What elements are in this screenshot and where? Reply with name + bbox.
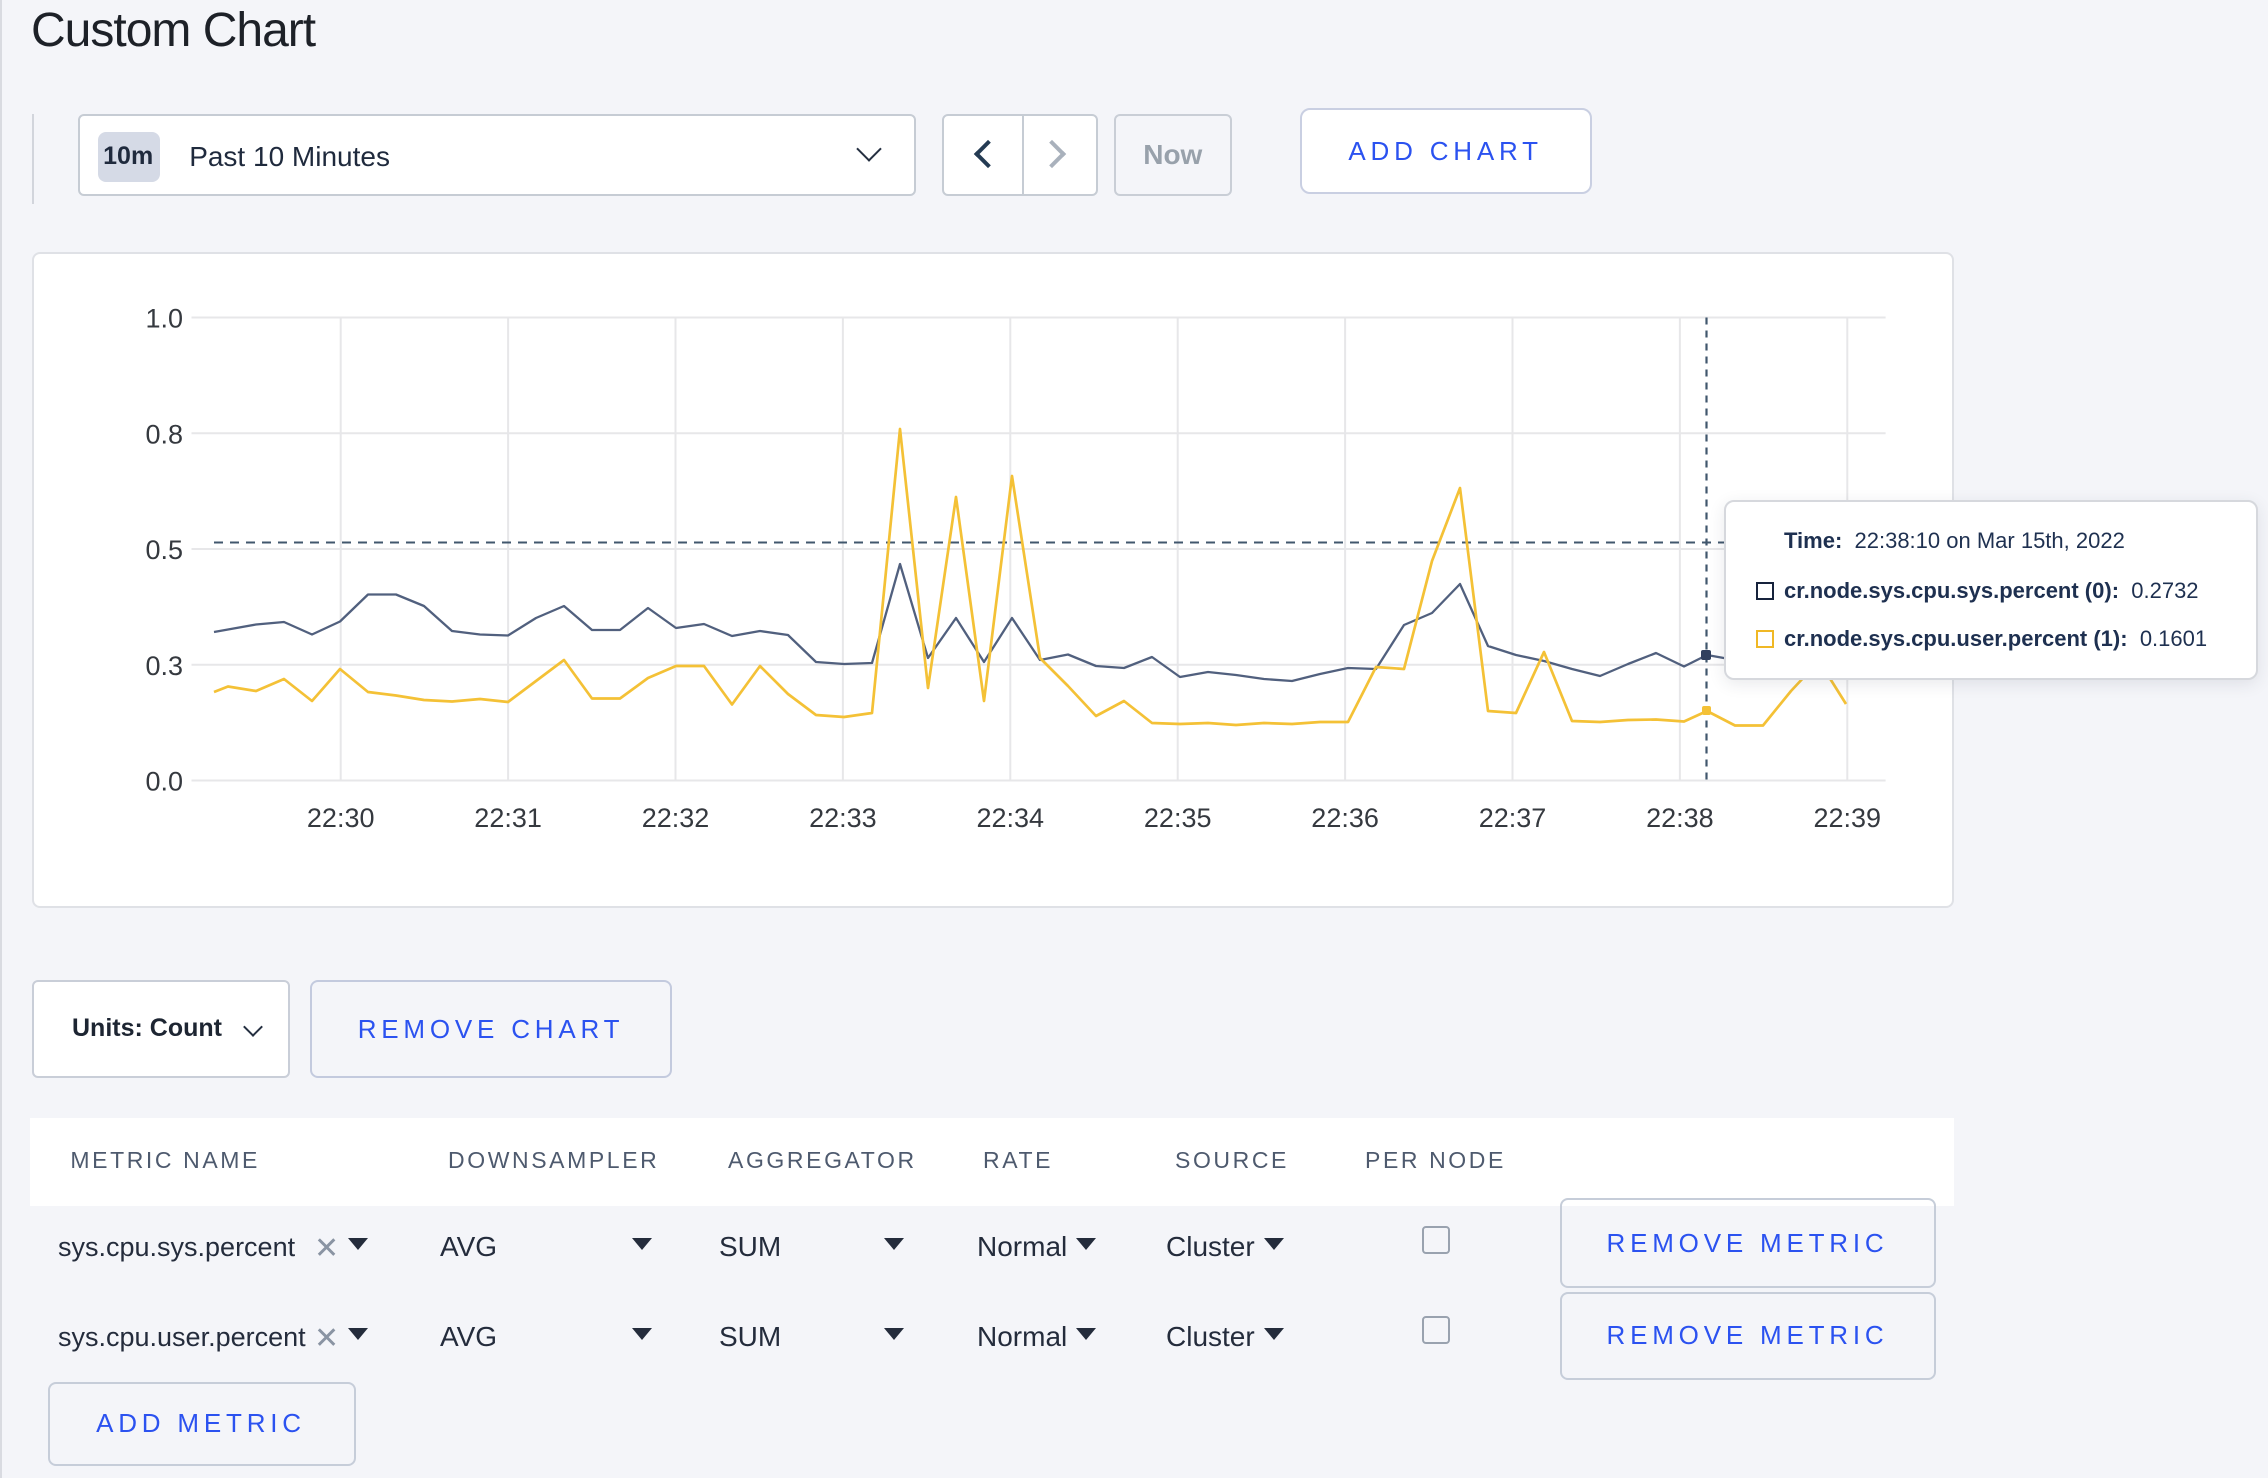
svg-text:22:35: 22:35 — [1143, 802, 1211, 832]
svg-text:0.3: 0.3 — [144, 650, 182, 680]
svg-text:0.5: 0.5 — [144, 534, 182, 564]
svg-text:22:37: 22:37 — [1478, 802, 1546, 832]
svg-text:22:36: 22:36 — [1310, 802, 1378, 832]
svg-text:0.0: 0.0 — [144, 766, 182, 796]
svg-text:22:31: 22:31 — [473, 802, 541, 832]
svg-text:22:33: 22:33 — [808, 802, 876, 832]
svg-text:0.8: 0.8 — [144, 418, 182, 448]
svg-text:22:38: 22:38 — [1645, 802, 1713, 832]
svg-text:22:39: 22:39 — [1813, 802, 1881, 832]
svg-text:1.0: 1.0 — [144, 303, 182, 333]
svg-text:22:34: 22:34 — [976, 802, 1044, 832]
svg-text:22:32: 22:32 — [641, 802, 709, 832]
svg-text:22:30: 22:30 — [306, 802, 374, 832]
